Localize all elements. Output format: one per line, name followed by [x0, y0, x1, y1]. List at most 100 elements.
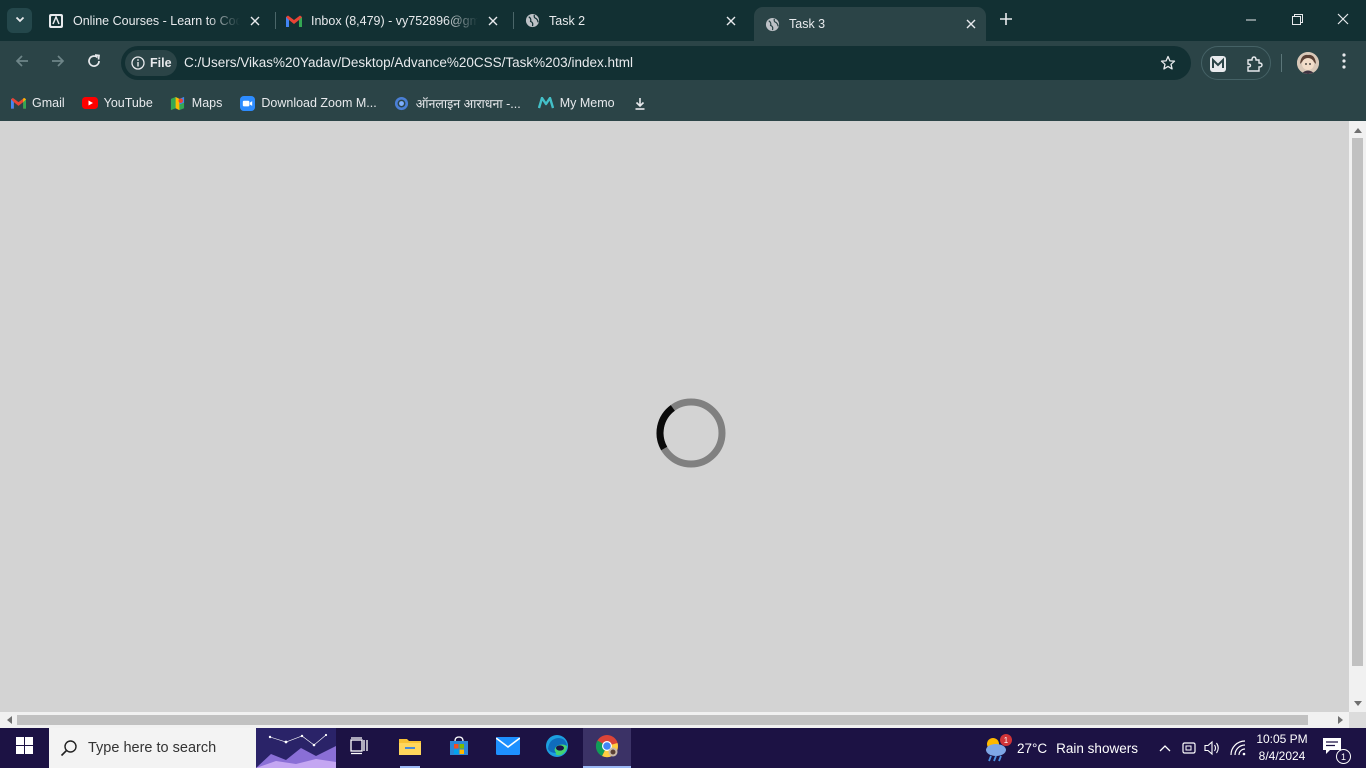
- chrome-button[interactable]: [583, 728, 631, 768]
- close-icon: [1337, 12, 1349, 30]
- close-icon[interactable]: [722, 12, 740, 30]
- tab-task-2[interactable]: Task 2: [514, 0, 746, 41]
- mail-button[interactable]: [484, 728, 532, 768]
- microsoft-store-button[interactable]: [435, 728, 483, 768]
- bookmark-my-memo[interactable]: My Memo: [537, 89, 615, 117]
- folder-icon: [399, 737, 421, 760]
- meet-now-icon[interactable]: [1180, 739, 1198, 757]
- site-info-chip[interactable]: File: [125, 50, 177, 76]
- loading-spinner: [656, 398, 726, 468]
- profile-avatar[interactable]: [1297, 52, 1319, 74]
- vertical-scrollbar[interactable]: [1349, 121, 1366, 712]
- volume-icon[interactable]: [1203, 739, 1221, 757]
- taskbar-search-box[interactable]: Type here to search: [49, 728, 336, 768]
- file-explorer-button[interactable]: [386, 728, 434, 768]
- store-icon: [449, 735, 469, 761]
- close-icon[interactable]: [484, 12, 502, 30]
- bookmark-gmail[interactable]: Gmail: [10, 89, 65, 117]
- bookmark-label: Gmail: [32, 96, 65, 110]
- reload-icon: [86, 53, 102, 74]
- toolbar-separator: [1281, 54, 1282, 72]
- tab-search-button[interactable]: [7, 8, 32, 33]
- scrollbar-corner: [1349, 712, 1366, 728]
- weather-temperature: 27°C: [1017, 740, 1048, 756]
- memo-icon: [537, 95, 554, 111]
- chrome-icon: [595, 734, 619, 763]
- minimize-button[interactable]: [1228, 0, 1274, 41]
- new-tab-button[interactable]: [996, 11, 1016, 31]
- forward-button[interactable]: [46, 51, 70, 75]
- scrollbar-thumb[interactable]: [1352, 138, 1363, 666]
- scroll-left-arrow-icon[interactable]: [4, 715, 14, 725]
- circle-icon: [394, 95, 410, 111]
- weather-widget[interactable]: 1 27°C Rain showers: [982, 728, 1138, 768]
- mail-icon: [495, 736, 521, 760]
- bookmark-youtube[interactable]: YouTube: [81, 89, 153, 117]
- gmail-icon: [10, 95, 26, 111]
- close-icon[interactable]: [962, 15, 980, 33]
- chevron-up-icon[interactable]: [1156, 739, 1174, 757]
- extensions-group: [1201, 46, 1271, 80]
- scroll-down-arrow-icon[interactable]: [1353, 699, 1362, 708]
- restore-icon: [1291, 12, 1303, 30]
- arrow-right-icon: [50, 53, 66, 74]
- system-clock[interactable]: 10:05 PM 8/4/2024: [1252, 731, 1312, 765]
- clock-time: 10:05 PM: [1256, 732, 1308, 746]
- close-icon[interactable]: [246, 12, 264, 30]
- edge-button[interactable]: [533, 728, 581, 768]
- bookmark-zoom[interactable]: Download Zoom M...: [239, 89, 377, 117]
- minimize-icon: [1246, 12, 1256, 30]
- tab-title: Online Courses - Learn to Code: [73, 13, 240, 28]
- address-bar[interactable]: File C:/Users/Vikas%20Yadav/Desktop/Adva…: [121, 46, 1191, 80]
- back-button[interactable]: [10, 51, 34, 75]
- bookmark-label: ऑनलाइन आराधना -...: [415, 96, 521, 111]
- start-button[interactable]: [0, 728, 48, 768]
- bookmark-label: My Memo: [559, 96, 615, 110]
- bookmark-label: YouTube: [103, 96, 153, 110]
- bookmark-star-icon[interactable]: [1159, 54, 1177, 72]
- gmail-icon: [286, 13, 302, 29]
- wifi-icon[interactable]: [1229, 739, 1247, 757]
- globe-icon: [764, 16, 780, 32]
- tab-task-3[interactable]: Task 3: [754, 7, 986, 41]
- rain-cloud-icon: 1: [982, 734, 1012, 762]
- horizontal-scrollbar[interactable]: [0, 712, 1349, 728]
- info-icon: [131, 56, 145, 70]
- zoom-icon: [239, 95, 255, 111]
- course-icon: [48, 13, 64, 29]
- browser-menu-button[interactable]: [1334, 52, 1354, 74]
- download-icon: [632, 95, 648, 111]
- scroll-right-arrow-icon[interactable]: [1336, 715, 1346, 725]
- bookmark-download[interactable]: [632, 89, 654, 117]
- task-view-button[interactable]: [336, 728, 384, 768]
- plus-icon: [999, 12, 1013, 31]
- scrollbar-thumb[interactable]: [17, 715, 1308, 725]
- bookmarks-bar: Gmail YouTube Maps Download Zoom M... ऑन…: [0, 85, 1366, 121]
- weather-condition: Rain showers: [1056, 740, 1138, 756]
- chevron-down-icon: [14, 12, 26, 30]
- weather-badge: 1: [1000, 734, 1012, 746]
- restore-button[interactable]: [1274, 0, 1320, 41]
- search-highlight-art: [256, 728, 336, 768]
- tab-gmail-inbox[interactable]: Inbox (8,479) - vy752896@gmail.com: [276, 0, 508, 41]
- bookmark-maps[interactable]: Maps: [170, 89, 223, 117]
- task-view-icon: [350, 736, 370, 760]
- search-placeholder: Type here to search: [88, 740, 217, 756]
- page-viewport: [0, 121, 1349, 712]
- bookmark-online-aradhana[interactable]: ऑनलाइन आराधना -...: [394, 89, 521, 117]
- scroll-up-arrow-icon[interactable]: [1353, 125, 1362, 134]
- url-text[interactable]: C:/Users/Vikas%20Yadav/Desktop/Advance%2…: [184, 55, 633, 70]
- notification-badge: 1: [1336, 749, 1351, 764]
- memo-extension-icon[interactable]: [1208, 54, 1228, 74]
- globe-icon: [524, 13, 540, 29]
- bookmark-label: Maps: [191, 96, 223, 110]
- close-window-button[interactable]: [1320, 0, 1366, 41]
- maps-icon: [170, 95, 186, 111]
- puzzle-icon[interactable]: [1244, 54, 1264, 74]
- action-center-button[interactable]: 1: [1322, 737, 1351, 764]
- search-icon: [60, 739, 78, 757]
- tab-online-courses[interactable]: Online Courses - Learn to Code: [38, 0, 270, 41]
- clock-date: 8/4/2024: [1258, 749, 1306, 763]
- more-vertical-icon: [1342, 52, 1346, 74]
- reload-button[interactable]: [82, 51, 106, 75]
